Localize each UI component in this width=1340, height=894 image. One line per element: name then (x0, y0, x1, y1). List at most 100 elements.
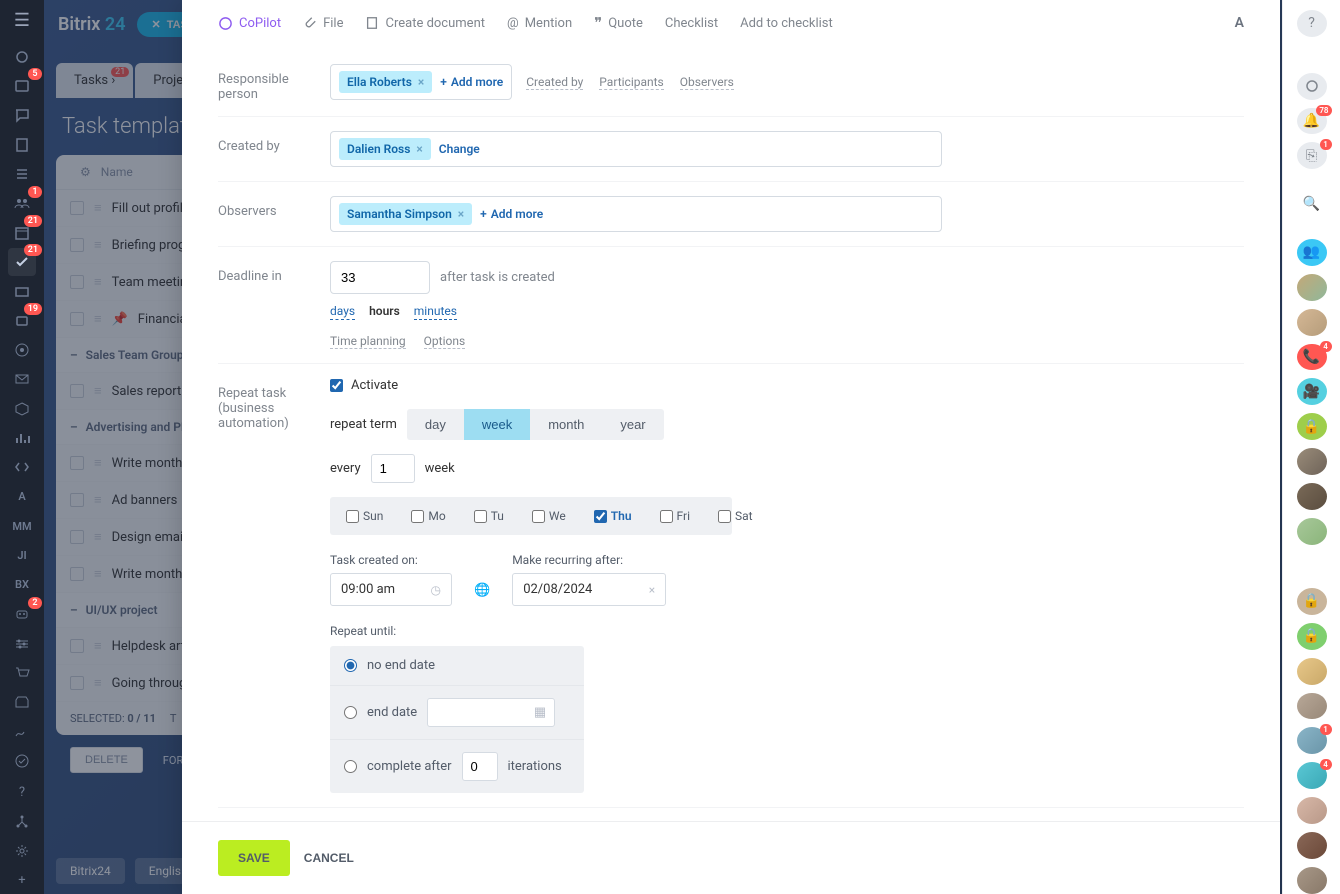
rail-item-cart[interactable] (8, 659, 36, 686)
save-button[interactable]: SAVE (218, 840, 290, 876)
avatar[interactable] (1297, 553, 1327, 580)
rail-item-settings[interactable] (8, 630, 36, 657)
rail-item-stream[interactable] (8, 43, 36, 70)
lock-icon[interactable]: 🔒 (1297, 588, 1327, 615)
rail-item-mm[interactable]: MM (8, 513, 36, 540)
video-icon[interactable]: 🎥 (1297, 378, 1327, 405)
rail-item-ji[interactable]: JI (8, 542, 36, 569)
day-wed[interactable]: We (532, 509, 566, 523)
avatar[interactable] (1297, 832, 1327, 859)
help-icon[interactable]: ? (1297, 10, 1327, 37)
rail-item-target[interactable] (8, 336, 36, 363)
deadline-value-input[interactable] (330, 261, 430, 294)
lock-icon[interactable]: 🔒 (1297, 623, 1327, 650)
menu-icon[interactable]: ☰ (14, 10, 30, 31)
day-sun[interactable]: Sun (346, 509, 383, 523)
clear-icon[interactable]: × (649, 583, 655, 597)
change-created-by[interactable]: Change (439, 142, 480, 156)
rail-item-code[interactable] (8, 454, 36, 481)
unit-days[interactable]: days (330, 304, 355, 320)
rail-item-docs2[interactable] (8, 160, 36, 187)
rail-item-analytics[interactable] (8, 424, 36, 451)
rail-item-gear[interactable] (8, 837, 36, 864)
link-options[interactable]: Options (424, 334, 466, 349)
tool-mention[interactable]: @Mention (507, 16, 572, 31)
search-icon[interactable]: 🔍 (1297, 191, 1327, 218)
responsible-input[interactable]: Ella Roberts× + Add more (330, 64, 512, 100)
bell-icon[interactable]: 🔔78 (1297, 108, 1327, 135)
rail-item-calendar[interactable]: 21 (8, 219, 36, 246)
rail-item-crm[interactable] (8, 278, 36, 305)
rail-item-store[interactable] (8, 689, 36, 716)
rail-item-bx[interactable]: BX (8, 571, 36, 598)
avatar[interactable] (1297, 658, 1327, 685)
avatar[interactable] (1297, 518, 1327, 545)
created-on-input[interactable]: 09:00 am◷ (330, 573, 452, 606)
term-month[interactable]: month (530, 409, 602, 440)
tool-add-to-checklist[interactable]: Add to checklist (740, 16, 833, 31)
rail-item-plus[interactable]: + (8, 867, 36, 894)
link-time-planning[interactable]: Time planning (330, 334, 406, 349)
avatar[interactable] (1297, 693, 1327, 720)
link-created-by[interactable]: Created by (526, 75, 583, 90)
unit-minutes[interactable]: minutes (414, 304, 457, 320)
day-thu[interactable]: Thu (594, 509, 632, 523)
tool-checklist[interactable]: Checklist (665, 16, 718, 31)
unit-hours[interactable]: hours (369, 304, 400, 320)
link-observers[interactable]: Observers (680, 75, 734, 90)
end-date-input[interactable]: ▦ (427, 698, 555, 727)
lock-icon[interactable]: 🔒 (1297, 413, 1327, 440)
avatar[interactable] (1297, 309, 1327, 336)
remove-chip-icon[interactable]: × (416, 142, 422, 156)
term-week[interactable]: week (464, 409, 530, 440)
term-year[interactable]: year (602, 409, 663, 440)
day-fri[interactable]: Fri (660, 509, 690, 523)
clip-rail-icon[interactable]: ⎘1 (1297, 142, 1327, 169)
avatar[interactable]: 1 (1297, 727, 1327, 754)
tool-quote[interactable]: ❞Quote (594, 14, 643, 32)
rail-item-cube[interactable] (8, 395, 36, 422)
rail-item-sign[interactable] (8, 718, 36, 745)
copilot-rail-icon[interactable] (1297, 73, 1327, 100)
contacts-icon[interactable]: 👥 (1297, 239, 1327, 266)
rail-item-sitemap[interactable] (8, 808, 36, 835)
rail-item-help[interactable]: ? (8, 779, 36, 806)
every-value-input[interactable] (371, 454, 415, 483)
add-more-observers[interactable]: + Add more (480, 207, 543, 221)
until-no-end[interactable]: no end date (330, 646, 584, 686)
rail-item-feed[interactable]: 5 (8, 72, 36, 99)
avatar[interactable] (1297, 797, 1327, 824)
activate-checkbox[interactable]: Activate (330, 378, 1244, 393)
avatar[interactable] (1297, 483, 1327, 510)
rail-item-doc[interactable] (8, 131, 36, 158)
cancel-button[interactable]: CANCEL (304, 851, 354, 865)
observers-input[interactable]: Samantha Simpson× + Add more (330, 196, 942, 232)
avatar[interactable] (1297, 274, 1327, 301)
day-tue[interactable]: Tu (474, 509, 504, 523)
rail-item-ok[interactable] (8, 747, 36, 774)
tool-text-style[interactable]: A (1235, 15, 1244, 31)
rail-item-mail[interactable] (8, 366, 36, 393)
term-day[interactable]: day (407, 409, 464, 440)
avatar[interactable] (1297, 448, 1327, 475)
iterations-input[interactable] (462, 752, 498, 781)
tool-copilot[interactable]: CoPilot (218, 16, 281, 31)
recurring-after-input[interactable]: 02/08/2024× (512, 573, 666, 606)
rail-item-bot[interactable]: 2 (8, 601, 36, 628)
rail-item-chat[interactable] (8, 102, 36, 129)
tool-file[interactable]: File (303, 16, 343, 31)
call-icon[interactable]: 📞4 (1297, 344, 1327, 371)
remove-chip-icon[interactable]: × (458, 207, 464, 221)
avatar[interactable]: 4 (1297, 762, 1327, 789)
link-participants[interactable]: Participants (599, 75, 663, 90)
timezone-icon[interactable]: 🌐 (474, 583, 490, 598)
avatar[interactable] (1297, 867, 1327, 894)
rail-item-people[interactable]: 1 (8, 190, 36, 217)
until-end-date[interactable]: end date▦ (330, 686, 584, 740)
rail-item-tasks[interactable]: 21 (8, 248, 36, 275)
add-more-responsible[interactable]: + Add more (440, 75, 503, 89)
created-by-input[interactable]: Dalien Ross× Change (330, 131, 942, 167)
tool-create-document[interactable]: Create document (365, 16, 485, 31)
rail-item-crm2[interactable]: 19 (8, 307, 36, 334)
remove-chip-icon[interactable]: × (418, 75, 424, 89)
